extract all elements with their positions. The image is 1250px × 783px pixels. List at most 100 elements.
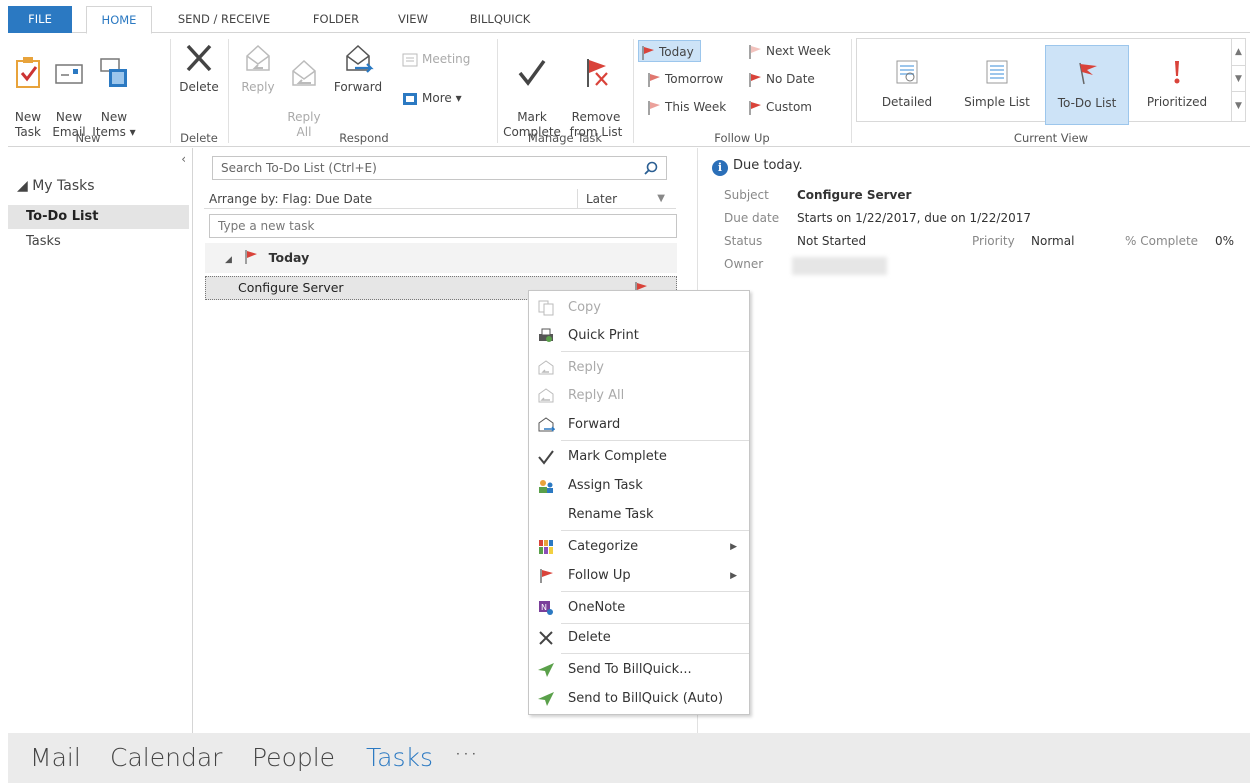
current-view-group-label: Current View (1013, 131, 1089, 145)
flag-icon (245, 250, 258, 264)
flag-icon (642, 45, 654, 60)
new-task-input[interactable]: Type a new task (209, 214, 677, 238)
remove-flag-icon (587, 59, 608, 87)
menu-item-onenote[interactable]: N OneNote (529, 594, 749, 622)
meeting-label: Meeting (422, 52, 471, 66)
nav-calendar[interactable]: Calendar (110, 743, 222, 772)
tab-billquick[interactable]: BILLQUICK (460, 6, 540, 33)
sort-order-toggle[interactable]: Later ▼ (577, 189, 675, 209)
more-label: More ▾ (422, 91, 462, 105)
view-todo-list-button[interactable]: To-Do List (1045, 45, 1129, 125)
nav-people[interactable]: People (252, 743, 335, 772)
nav-mail[interactable]: Mail (30, 743, 81, 772)
group-header-today[interactable]: ◢ Today (205, 243, 677, 273)
flag-no-date-button[interactable]: No Date (748, 68, 815, 90)
menu-item-follow-up[interactable]: Follow Up ▶ (529, 562, 749, 590)
menu-item-copy[interactable]: Copy (529, 294, 749, 322)
menu-item-label: OneNote (568, 600, 626, 615)
menu-item-label: Copy (568, 300, 601, 315)
flag-no-date-label: No Date (766, 72, 815, 86)
collapse-pane-icon[interactable]: ‹ (181, 152, 186, 166)
remove-from-list-button[interactable]: Remove from List (564, 40, 628, 140)
due-date-label: Due date (724, 211, 780, 225)
menu-item-rename-task[interactable]: Rename Task (529, 501, 749, 529)
flag-tomorrow-button[interactable]: Tomorrow (647, 68, 723, 90)
menu-item-send-to-billquick-auto[interactable]: Send to BillQuick (Auto) (529, 685, 749, 713)
menu-item-label: Categorize (568, 539, 639, 554)
mark-complete-button[interactable]: Mark Complete (500, 40, 564, 140)
menu-separator (561, 653, 749, 654)
reply-all-button[interactable]: Reply All (284, 40, 324, 140)
menu-item-quick-print[interactable]: Quick Print (529, 322, 749, 350)
exclamation-icon (1174, 61, 1180, 84)
menu-item-categorize[interactable]: Categorize ▶ (529, 533, 749, 561)
search-todo-input[interactable]: Search To-Do List (Ctrl+E) (212, 156, 667, 180)
view-detailed-button[interactable]: Detailed (865, 45, 949, 125)
sort-caret-icon: ▼ (657, 193, 665, 204)
menu-item-label: Forward (568, 417, 621, 432)
context-menu: Copy Quick Print Reply Reply All Forward… (528, 290, 750, 715)
gallery-up-arrow-icon[interactable]: ▲ (1232, 39, 1245, 65)
my-tasks-header[interactable]: ◢ My Tasks (17, 178, 95, 194)
gallery-expand-icon[interactable]: ▼ (1232, 91, 1245, 119)
module-navigation-bar: Mail Calendar People Tasks ··· (8, 733, 1250, 783)
tab-folder[interactable]: FOLDER (304, 6, 368, 33)
menu-separator (561, 530, 749, 531)
nav-item-tasks[interactable]: Tasks (8, 230, 189, 254)
percent-complete-value: 0% (1215, 234, 1235, 248)
search-icon[interactable] (644, 161, 658, 175)
delete-button[interactable]: Delete (176, 40, 222, 95)
view-simple-list-button[interactable]: Simple List (955, 45, 1039, 125)
info-bar: i Due today. (712, 158, 803, 176)
menu-item-mark-complete[interactable]: Mark Complete (529, 443, 749, 471)
menu-item-delete[interactable]: Delete (529, 624, 749, 652)
flag-this-week-button[interactable]: This Week (647, 96, 726, 118)
gallery-down-arrow-icon[interactable]: ▼ (1232, 65, 1245, 91)
reply-icon (538, 360, 554, 375)
more-respond-button[interactable]: More ▾ (402, 87, 462, 109)
menu-item-send-to-billquick[interactable]: Send To BillQuick... (529, 656, 749, 684)
nav-more-icon[interactable]: ··· (454, 739, 478, 768)
copy-icon (538, 300, 554, 316)
meeting-button[interactable]: Meeting (402, 48, 470, 70)
onenote-icon: N (539, 601, 553, 615)
nav-item-todo-list[interactable]: To-Do List (8, 205, 189, 229)
checkmark-icon (518, 59, 546, 86)
menu-item-label: Reply All (568, 388, 625, 403)
menu-item-forward[interactable]: Forward (529, 411, 749, 439)
view-prioritized-button[interactable]: Prioritized (1135, 45, 1219, 125)
manage-task-group-label: Manage Task (527, 131, 603, 145)
new-task-button[interactable]: New Task (12, 40, 44, 140)
submenu-arrow-icon: ▶ (730, 542, 737, 552)
menu-item-assign-task[interactable]: Assign Task (529, 472, 749, 500)
new-items-button[interactable]: New Items ▾ (92, 40, 136, 140)
forward-button[interactable]: Forward (328, 40, 388, 95)
tab-send-receive[interactable]: SEND / RECEIVE (170, 6, 278, 33)
submenu-arrow-icon: ▶ (730, 571, 737, 581)
new-email-button[interactable]: New Email (50, 40, 88, 140)
menu-item-label: Reply (568, 360, 605, 375)
delete-group-label: Delete (180, 131, 218, 145)
tab-file[interactable]: FILE (8, 6, 72, 33)
flag-today-button[interactable]: Today (638, 40, 701, 62)
forward-label: Forward (333, 80, 383, 94)
gallery-scrollbar[interactable]: ▲ ▼ ▼ (1231, 39, 1245, 121)
subject-label: Subject (724, 188, 769, 202)
menu-item-label: Send To BillQuick... (568, 662, 692, 677)
nav-tasks[interactable]: Tasks (366, 743, 433, 772)
collapse-triangle-icon[interactable]: ◢ (225, 255, 232, 265)
tab-home[interactable]: HOME (86, 6, 152, 34)
menu-item-reply[interactable]: Reply (529, 354, 749, 382)
flag-next-week-button[interactable]: Next Week (748, 40, 831, 62)
flag-icon (749, 44, 761, 59)
task-subject: Configure Server (238, 280, 344, 295)
arrange-by-header[interactable]: Arrange by: Flag: Due Date Later ▼ (204, 189, 676, 209)
group-header-label: Today (268, 250, 310, 265)
flag-custom-button[interactable]: Custom (748, 96, 812, 118)
tab-view[interactable]: VIEW (389, 6, 437, 33)
status-value: Not Started (797, 234, 867, 248)
menu-item-reply-all[interactable]: Reply All (529, 382, 749, 410)
reply-button[interactable]: Reply (238, 40, 278, 95)
new-task-placeholder: Type a new task (218, 219, 315, 233)
simple-list-icon (986, 60, 1008, 84)
